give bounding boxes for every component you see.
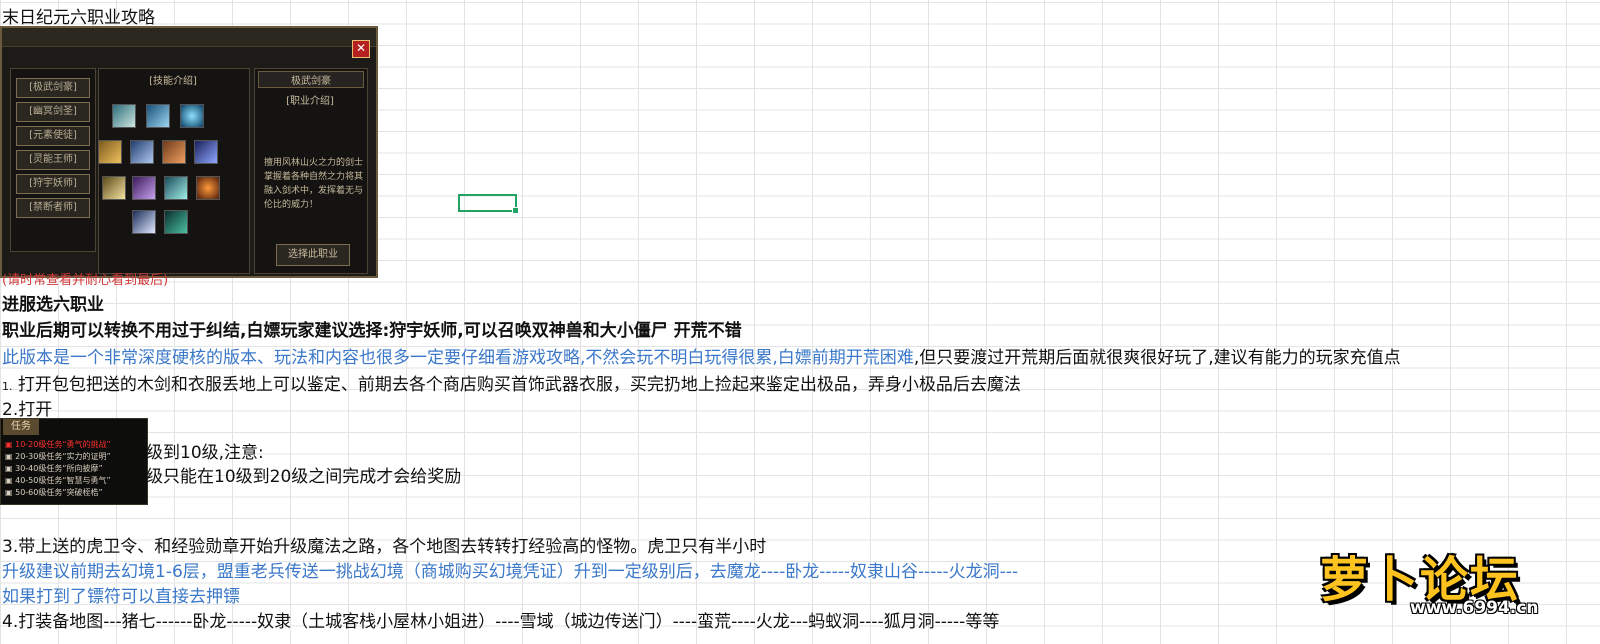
intro-title: [职业介绍] [286, 96, 334, 107]
quest-row: ▣ 40-50级任务“智慧与勇气” [5, 476, 111, 485]
step-2-c: 级只能在10级到20级之间完成才会给奖励 [146, 467, 462, 487]
note-red: (请时常查看并耐心看到最后) [2, 273, 169, 288]
class-select-image: ✕ [极武剑豪] [幽冥剑圣] [元素使徒] [灵能王师] [狩宇妖师] [禁断… [0, 26, 378, 278]
version-note-blue: 此版本是一个非常深度硬核的版本、玩法和内容也很多一定要仔细看游戏攻略,不然会玩不… [2, 348, 914, 368]
class-button-6: [禁断者师] [16, 198, 90, 218]
class-button-5: [狩宇妖师] [16, 174, 90, 194]
skill-icon [162, 140, 186, 164]
skill-icon [196, 176, 220, 200]
skill-icon [98, 140, 122, 164]
skill-icon [132, 176, 156, 200]
quest-list-image: 任务 ▣ 10-20级任务“勇气的挑战” ▣ 20-30级任务“实力的证明” ▣… [0, 418, 148, 505]
step-1-number: 1. [2, 380, 13, 393]
step-1-text: 打开包包把送的木剑和衣服丢地上可以鉴定、前期去各个商店购买首饰武器衣服，买完扔地… [17, 375, 1021, 395]
heading-classes: 进服选六职业 [2, 295, 104, 315]
step-3: 3.带上送的虎卫令、和经验勋章开始升级魔法之路，各个地图去转转打经验高的怪物。虎… [2, 537, 767, 557]
step-2: 2.打开 [2, 400, 53, 420]
step-2-b: 级到10级,注意: [146, 443, 264, 463]
step-3-blue-2: 如果打到了镖符可以直接去押镖 [2, 587, 240, 607]
class-name: 极武剑豪 [258, 71, 364, 88]
class-description: 擅用风林山火之力的剑士掌握着各种自然之力将其融入剑术中，发挥着无与伦比的威力！ [264, 158, 364, 210]
skill-icon [164, 210, 188, 234]
select-class-button: 选择此职业 [276, 244, 350, 266]
step-4: 4.打装备地图---猪七------卧龙-----奴隶（土城客栈小屋林小姐进）-… [2, 612, 1000, 632]
close-icon: ✕ [352, 40, 370, 58]
window-titlebar [2, 28, 376, 47]
quest-row: ▣ 20-30级任务“实力的证明” [5, 452, 111, 461]
skill-icon [112, 104, 136, 128]
logo-url: www.6994.cn [1410, 598, 1539, 618]
heading-advice: 职业后期可以转换不用过于纠结,白嫖玩家建议选择:狩宇妖师,可以召唤双神兽和大小僵… [2, 321, 742, 341]
skills-title: [技能介绍] [149, 76, 197, 87]
class-button-3: [元素使徒] [16, 126, 90, 146]
skills-panel [98, 68, 250, 274]
skill-icon [164, 176, 188, 200]
skill-icon [130, 140, 154, 164]
sheet-title: 末日纪元六职业攻略 [2, 8, 155, 28]
class-button-2: [幽冥剑圣] [16, 102, 90, 122]
quest-row: ▣ 10-20级任务“勇气的挑战” [5, 440, 111, 449]
skill-icon [102, 176, 126, 200]
step-3-blue: 升级建议前期去幻境1-6层，盟重老兵传送一挑战幻境（商城购买幻境凭证）升到一定级… [2, 562, 1019, 582]
class-button-4: [灵能王师] [16, 150, 90, 170]
site-logo: 萝卜论坛 www.6994.cn [1320, 540, 1582, 622]
quest-tab: 任务 [3, 419, 39, 435]
version-note: 此版本是一个非常深度硬核的版本、玩法和内容也很多一定要仔细看游戏攻略,不然会玩不… [2, 343, 1401, 368]
version-note-black: ,但只要渡过开荒期后面就很爽很好玩了,建议有能力的玩家充值点 [913, 348, 1401, 368]
quest-row: ▣ 50-60级任务“突破桎梏” [5, 488, 103, 497]
skill-icon [146, 104, 170, 128]
step-1: 1. 打开包包把送的木剑和衣服丢地上可以鉴定、前期去各个商店购买首饰武器衣服，买… [2, 370, 1021, 395]
selected-cell[interactable] [458, 194, 519, 214]
skill-icon [194, 140, 218, 164]
skill-icon [180, 104, 204, 128]
quest-row: ▣ 30-40级任务“所向披靡” [5, 464, 103, 473]
skill-icon [132, 210, 156, 234]
class-button-1: [极武剑豪] [16, 78, 90, 98]
